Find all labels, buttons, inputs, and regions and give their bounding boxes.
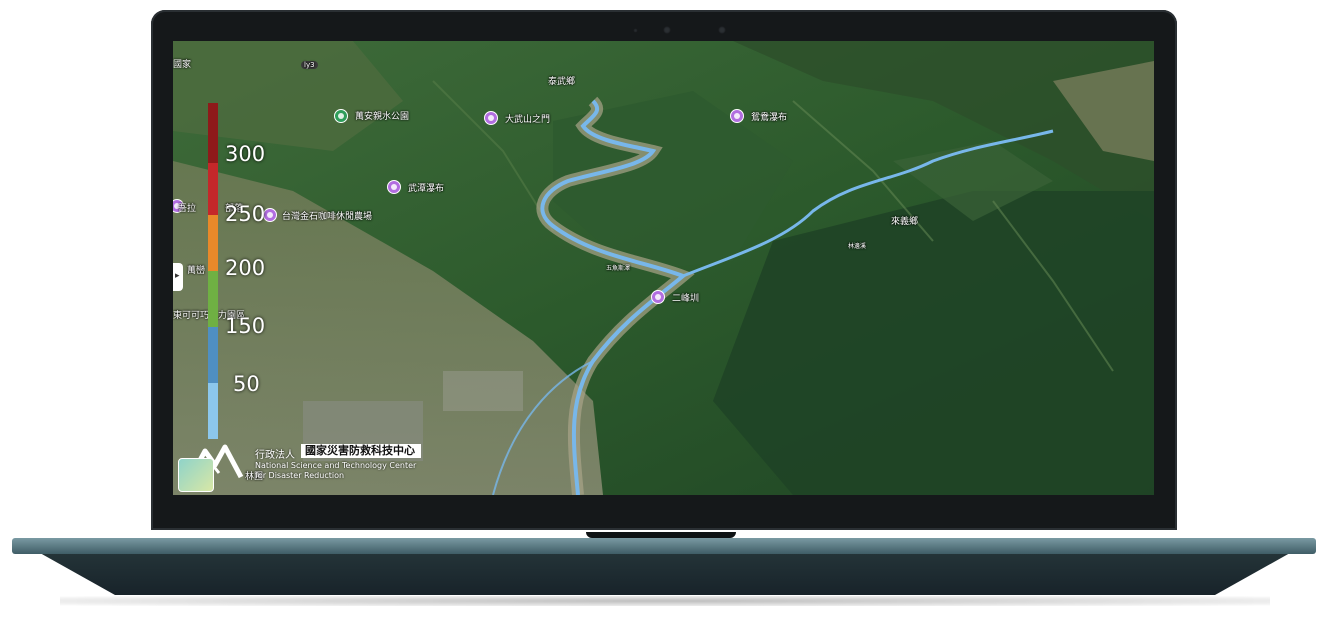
pin-dot (391, 184, 397, 190)
logo-name-en: National Science and Technology Center f… (255, 461, 416, 481)
legend-tick-label: 250 (225, 202, 266, 226)
legend-color-segment (208, 327, 218, 383)
poi-label[interactable]: 萬安親水公園 (355, 109, 409, 122)
poi-label[interactable]: 鴛鴦瀑布 (751, 110, 787, 123)
logo-name-zh: 國家災害防救科技中心 (301, 444, 421, 458)
pin-dot (338, 113, 344, 119)
logo-name-en-line2: for Disaster Reduction (255, 471, 345, 480)
terrain-map[interactable] (173, 41, 1154, 495)
place-badge: ly3 (301, 61, 318, 69)
basemap-switcher-button[interactable] (178, 458, 214, 492)
place-label: 泰武鄉 (548, 77, 576, 87)
logo-name-en-line1: National Science and Technology Center (255, 461, 417, 470)
laptop-frame: 國家 ly3 泰武鄉 萬安親水公園 大武山之門 鴛鴦瀑布 武潭瀑布 吾拉 部落 … (0, 0, 1334, 623)
legend-tick-label: 50 (233, 372, 260, 396)
laptop-base (12, 538, 1316, 554)
legend-color-segment (208, 271, 218, 327)
chevron-right-icon: ▸ (175, 271, 180, 281)
park-pin-icon[interactable] (334, 109, 348, 123)
rainfall-legend (208, 103, 218, 439)
place-label: 萬巒 (187, 266, 206, 276)
map-screen[interactable]: 國家 ly3 泰武鄉 萬安親水公園 大武山之門 鴛鴦瀑布 武潭瀑布 吾拉 部落 … (173, 41, 1154, 495)
poi-label[interactable]: 二峰圳 (672, 291, 699, 304)
light-sensor-icon (718, 26, 726, 34)
legend-tick-label: 150 (225, 314, 266, 338)
legend-tick-label: 300 (225, 142, 266, 166)
poi-label[interactable]: 台灣金石咖啡休閒農場 (282, 209, 372, 222)
sensor-icon (633, 28, 638, 33)
pin-dot (655, 294, 661, 300)
panel-toggle-button[interactable]: ▸ (173, 263, 183, 291)
pin-dot (734, 113, 740, 119)
poi-label[interactable]: 大武山之門 (505, 112, 550, 125)
legend-color-segment (208, 383, 218, 439)
pin-dot (488, 115, 494, 121)
river-label: 林邊溪 (848, 243, 867, 250)
poi-pin-icon[interactable] (484, 111, 498, 125)
legend-tick-label: 200 (225, 256, 266, 280)
laptop-shadow (60, 596, 1270, 606)
legend-color-segment (208, 215, 218, 271)
pin-dot (267, 212, 273, 218)
place-label: 五魚斯澤 (606, 265, 631, 272)
poi-pin-icon[interactable] (387, 180, 401, 194)
legend-color-segment (208, 103, 218, 163)
poi-pin-icon[interactable] (263, 208, 277, 222)
laptop-hinge (586, 532, 736, 538)
place-label: 來義鄉 (891, 217, 919, 227)
poi-label[interactable]: 吾拉 (178, 201, 196, 214)
camera-icon (663, 26, 671, 34)
place-label: 國家 (173, 60, 192, 70)
laptop-base-lower (40, 553, 1290, 595)
legend-color-segment (208, 163, 218, 215)
logo-prefix: 行政法人 (255, 450, 295, 461)
poi-label[interactable]: 武潭瀑布 (408, 181, 444, 194)
poi-pin-icon[interactable] (651, 290, 665, 304)
poi-pin-icon[interactable] (730, 109, 744, 123)
